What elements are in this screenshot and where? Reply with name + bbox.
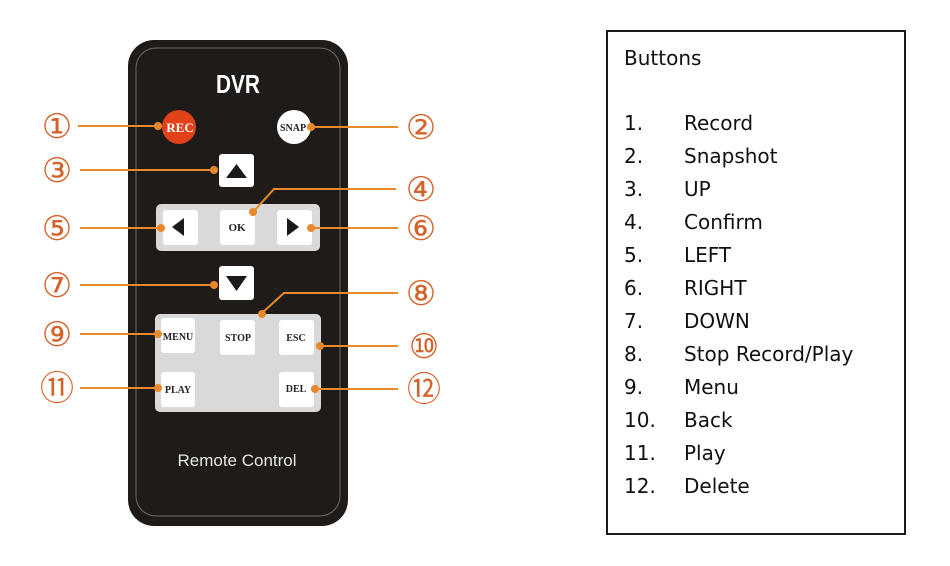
legend-title: Buttons xyxy=(624,46,702,70)
svg-text:SNAP: SNAP xyxy=(280,123,306,134)
legend-item-number: 8. xyxy=(624,342,644,366)
right-button[interactable] xyxy=(277,210,312,245)
legend-item-number: 9. xyxy=(624,375,644,399)
legend-box: Buttons 1. Record 2. Snapshot 3. UP 4. Confirm 5… xyxy=(606,30,906,535)
legend-item-number: 2. xyxy=(624,144,644,168)
legend-item-label: Snapshot xyxy=(684,144,778,168)
legend-item-label: DOWN xyxy=(684,309,750,333)
callout-2: ② xyxy=(406,108,436,148)
callout-4: ④ xyxy=(406,170,436,210)
callout-5: ⑤ xyxy=(42,209,72,249)
legend-item-number: 5. xyxy=(624,243,644,267)
svg-text:STOP: STOP xyxy=(225,333,251,344)
legend-item-number: 7. xyxy=(624,309,644,333)
svg-text:MENU: MENU xyxy=(163,332,194,343)
legend-item-number: 3. xyxy=(624,177,644,201)
play-button[interactable]: PLAY xyxy=(161,372,195,407)
legend-item-label: Menu xyxy=(684,375,739,399)
del-button[interactable]: DEL xyxy=(279,372,314,407)
legend-item-label: Back xyxy=(684,408,733,432)
snap-button[interactable]: SNAP xyxy=(277,110,311,144)
remote-diagram: DVR REC SNAP OK MENU STOP ESC PLAY DEL R… xyxy=(40,40,441,526)
callout-9: ⑨ xyxy=(42,315,72,355)
rec-button[interactable]: REC xyxy=(162,110,196,144)
legend-item-label: Stop Record/Play xyxy=(684,342,854,366)
legend-item-label: Confirm xyxy=(684,210,763,234)
legend-item-number: 1. xyxy=(624,111,644,135)
ok-button[interactable]: OK xyxy=(220,210,255,245)
legend-item-number: 10. xyxy=(624,408,656,432)
up-button[interactable] xyxy=(219,154,254,187)
callout-1: ① xyxy=(42,107,72,147)
legend-item-number: 12. xyxy=(624,474,656,498)
legend-item-number: 6. xyxy=(624,276,644,300)
callout-11: ⑪ xyxy=(40,369,74,409)
svg-text:ESC: ESC xyxy=(286,333,305,344)
svg-text:PLAY: PLAY xyxy=(165,385,192,396)
legend-item-label: RIGHT xyxy=(684,276,747,300)
down-button[interactable] xyxy=(219,266,254,300)
stop-button[interactable]: STOP xyxy=(220,320,255,355)
callout-12: ⑫ xyxy=(407,370,441,410)
svg-text:DEL: DEL xyxy=(286,384,307,395)
legend-item-label: LEFT xyxy=(684,243,732,267)
callout-7: ⑦ xyxy=(42,266,72,306)
legend-item-label: UP xyxy=(684,177,711,201)
legend-item-label: Record xyxy=(684,111,754,135)
legend-item-label: Play xyxy=(684,441,726,465)
menu-button[interactable]: MENU xyxy=(161,318,195,353)
legend-item-number: 4. xyxy=(624,210,644,234)
callout-10: ⑩ xyxy=(409,327,439,367)
callout-3: ③ xyxy=(42,151,72,191)
legend-item-label: Delete xyxy=(684,474,750,498)
remote-footer: Remote Control xyxy=(177,451,296,470)
legend-item-number: 11. xyxy=(624,441,656,465)
remote-brand: DVR xyxy=(216,70,260,99)
left-button[interactable] xyxy=(163,210,198,245)
svg-text:REC: REC xyxy=(166,120,193,135)
callout-6: ⑥ xyxy=(406,209,436,249)
esc-button[interactable]: ESC xyxy=(279,320,314,355)
svg-text:OK: OK xyxy=(228,222,246,234)
callout-8: ⑧ xyxy=(406,274,436,314)
